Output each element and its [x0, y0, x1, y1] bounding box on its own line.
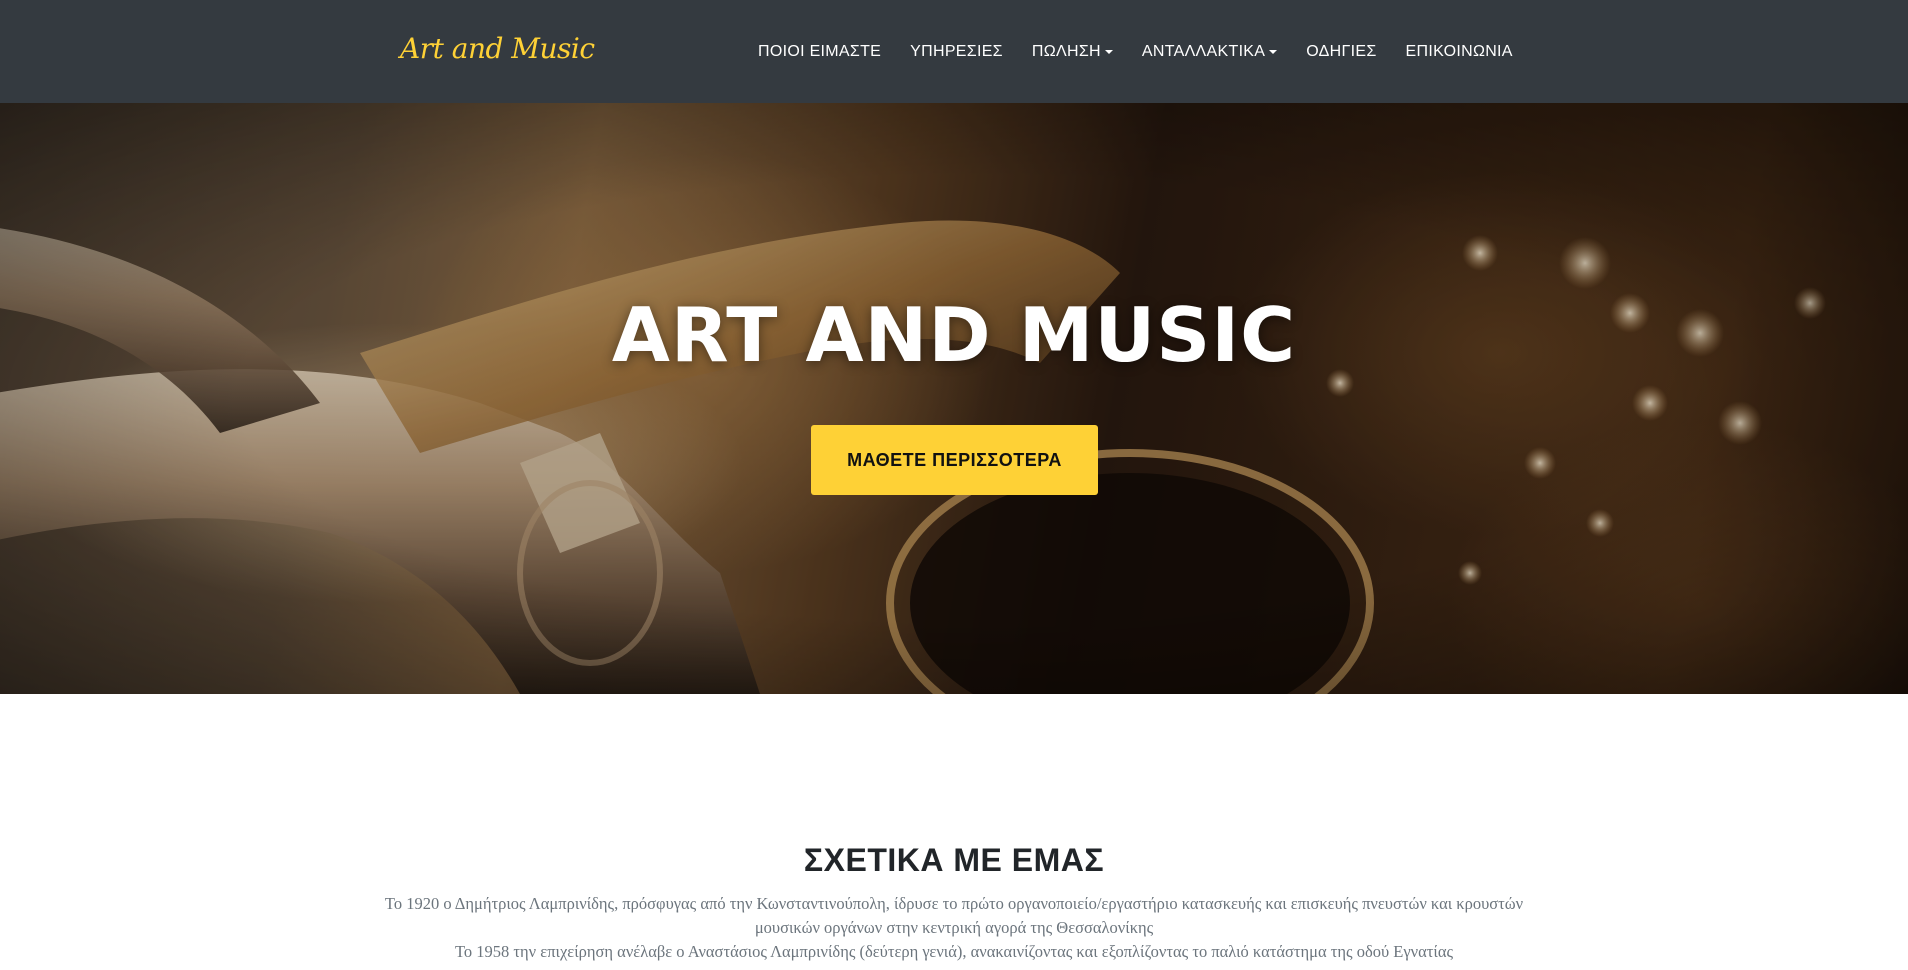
nav-item-label: ΠΩΛΗΣΗ	[1031, 43, 1101, 60]
nav-item-about-us[interactable]: ΠΟΙΟΙ ΕΙΜΑΣΤΕ	[758, 42, 881, 62]
nav-item-sales[interactable]: ΠΩΛΗΣΗ	[1032, 42, 1113, 62]
nav-item-label: ΥΠΗΡΕΣΙΕΣ	[910, 43, 1003, 60]
learn-more-button[interactable]: ΜΑΘΕΤΕ ΠΕΡΙΣΣΟΤΕΡΑ	[811, 425, 1098, 495]
saxophone-background-image	[0, 103, 1908, 694]
nav-item-spare-parts[interactable]: ΑΝΤΑΛΛΑΚΤΙΚΑ	[1141, 42, 1278, 62]
hero-title: ART AND MUSIC	[611, 291, 1297, 379]
nav-item-label: ΑΝΤΑΛΛΑΚΤΙΚΑ	[1141, 43, 1266, 60]
nav-item-label: ΠΟΙΟΙ ΕΙΜΑΣΤΕ	[758, 43, 882, 60]
caret-down-icon	[1104, 50, 1113, 54]
brand-logo[interactable]: Art and Music	[400, 32, 595, 65]
top-navbar: Art and Music ΠΟΙΟΙ ΕΙΜΑΣΤΕ ΥΠΗΡΕΣΙΕΣ ΠΩ…	[0, 0, 1908, 103]
caret-down-icon	[1269, 50, 1278, 54]
about-paragraph: Το 1920 ο Δημήτριος Λαμπρινίδης, πρόσφυγ…	[384, 894, 1524, 937]
main-nav: ΠΟΙΟΙ ΕΙΜΑΣΤΕ ΥΠΗΡΕΣΙΕΣ ΠΩΛΗΣΗ ΑΝΤΑΛΛΑΚΤ…	[758, 42, 1513, 62]
nav-item-contact[interactable]: ΕΠΙΚΟΙΝΩΝΙΑ	[1406, 42, 1513, 62]
nav-item-label: ΕΠΙΚΟΙΝΩΝΙΑ	[1405, 43, 1513, 60]
about-text: Το 1920 ο Δημήτριος Λαμπρινίδης, πρόσφυγ…	[380, 892, 1528, 964]
about-paragraph: Το 1958 την επιχείρηση ανέλαβε ο Αναστάσ…	[454, 942, 1453, 961]
nav-item-label: ΟΔΗΓΙΕΣ	[1306, 43, 1377, 60]
nav-item-instructions[interactable]: ΟΔΗΓΙΕΣ	[1306, 42, 1376, 62]
about-title: ΣΧΕΤΙΚΑ ΜΕ ΕΜΑΣ	[803, 842, 1105, 878]
hero-section: ART AND MUSIC ΜΑΘΕΤΕ ΠΕΡΙΣΣΟΤΕΡΑ	[0, 103, 1908, 694]
nav-item-services[interactable]: ΥΠΗΡΕΣΙΕΣ	[910, 42, 1003, 62]
